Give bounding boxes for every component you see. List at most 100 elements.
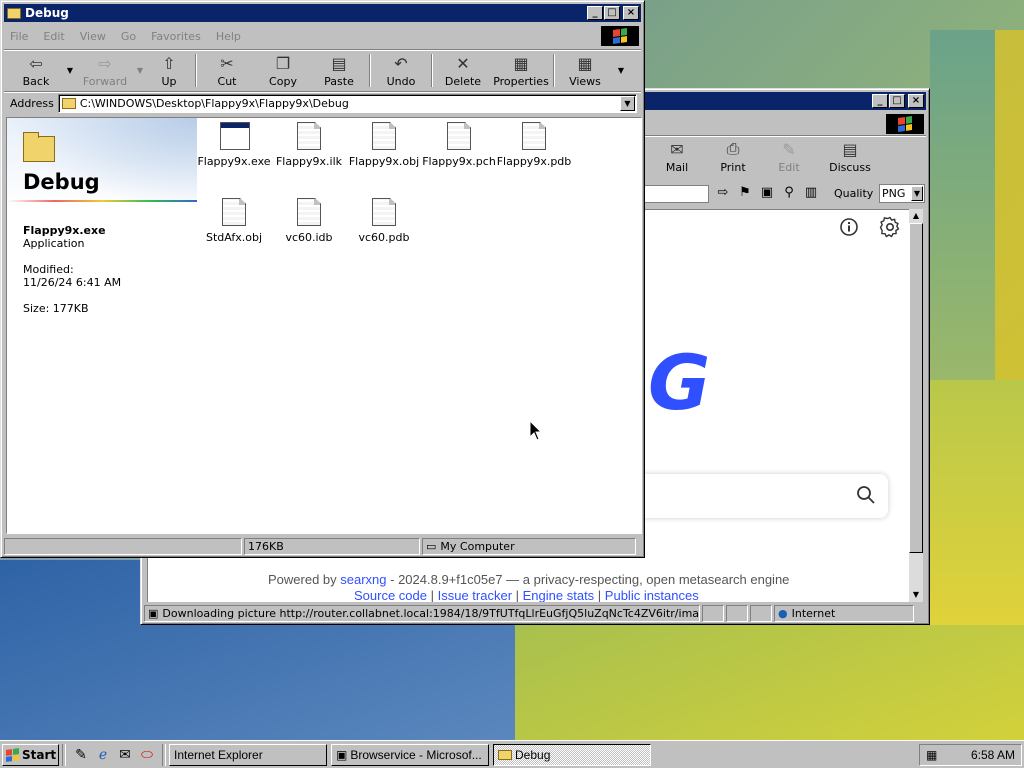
edit-button[interactable]: ✎ Edit xyxy=(761,136,817,177)
maximize-button[interactable]: □ xyxy=(889,94,905,108)
toolbar-separator xyxy=(195,54,197,87)
computer-icon: ▭ xyxy=(426,539,437,553)
menu-help[interactable]: Help xyxy=(216,30,241,43)
views-dropdown[interactable]: ▼ xyxy=(613,50,629,91)
clock[interactable]: 6:58 AM xyxy=(971,748,1015,762)
file-item[interactable]: vc60.idb xyxy=(271,198,347,244)
close-button[interactable]: × xyxy=(908,94,924,108)
quality-select[interactable]: PNG ▼ xyxy=(879,184,925,203)
delete-button[interactable]: ✕ Delete xyxy=(435,50,491,91)
toolbar-separator xyxy=(431,54,433,87)
minimize-button[interactable]: _ xyxy=(872,94,888,108)
undo-icon: ↶ xyxy=(394,53,408,73)
bookmarks-list-icon[interactable]: ▣ xyxy=(758,185,776,200)
menu-go[interactable]: Go xyxy=(121,30,136,43)
taskbar: Start ✎ ℯ ✉ ⬭ Internet Explorer ▣ Browse… xyxy=(0,740,1024,768)
file-size: Size: 177KB xyxy=(23,302,89,315)
file-icon xyxy=(447,122,471,150)
menu-file[interactable]: File xyxy=(10,30,28,43)
task-browservice[interactable]: ▣ Browservice - Microsof... xyxy=(331,743,489,766)
views-button[interactable]: ▦ Views xyxy=(557,50,613,91)
scissors-icon: ✂ xyxy=(220,53,234,73)
selected-file-type: Application xyxy=(23,237,85,250)
status-size: 176KB xyxy=(244,537,420,555)
search-icon[interactable] xyxy=(856,485,876,505)
task-debug[interactable]: Debug xyxy=(493,743,651,766)
file-item[interactable]: Flappy9x.pch xyxy=(421,122,497,168)
explorer-window[interactable]: Debug _ □ × File Edit View Go Favorites … xyxy=(0,0,645,558)
properties-button[interactable]: ▦ Properties xyxy=(491,50,551,91)
scrollbar-thumb[interactable] xyxy=(909,223,923,553)
toolbar-separator xyxy=(553,54,555,87)
maximize-button[interactable]: □ xyxy=(604,6,620,20)
file-item[interactable]: vc60.pdb xyxy=(346,198,422,244)
status-text: ▣ Downloading picture http://router.coll… xyxy=(144,604,700,622)
back-dropdown[interactable]: ▼ xyxy=(65,50,75,91)
forward-arrow-icon: ⇨ xyxy=(98,53,112,73)
page-icon: ▣ xyxy=(148,606,159,620)
opera-icon[interactable]: ⬭ xyxy=(138,746,156,764)
folder-view[interactable]: Debug Flappy9x.exe Application Modified:… xyxy=(6,117,642,534)
folder-icon xyxy=(498,749,512,760)
explorer-titlebar[interactable]: Debug _ □ × xyxy=(4,4,641,22)
menu-view[interactable]: View xyxy=(80,30,106,43)
minimize-button[interactable]: _ xyxy=(587,6,603,20)
up-button[interactable]: ⇧ Up xyxy=(145,50,193,91)
taskbar-divider xyxy=(62,743,66,766)
folder-icon xyxy=(7,7,21,19)
scheduler-icon[interactable]: ▦ xyxy=(926,748,937,762)
copy-icon: ❐ xyxy=(275,53,291,73)
discuss-icon: ▤ xyxy=(842,139,858,159)
show-desktop-icon[interactable]: ✎ xyxy=(72,746,90,764)
scroll-down-arrow[interactable]: ▼ xyxy=(909,588,923,602)
info-icon[interactable] xyxy=(838,216,860,238)
paste-button[interactable]: ▤ Paste xyxy=(311,50,367,91)
file-item[interactable]: Flappy9x.ilk xyxy=(271,122,347,168)
file-icon xyxy=(372,122,396,150)
file-item[interactable]: Flappy9x.exe xyxy=(196,122,272,168)
gear-icon[interactable] xyxy=(878,215,902,239)
explorer-menubar: File Edit View Go Favorites Help xyxy=(4,25,641,47)
mail-button[interactable]: ✉ Mail xyxy=(649,136,705,177)
public-instances-link[interactable]: Public instances xyxy=(605,588,699,602)
internet-explorer-icon[interactable]: ℯ xyxy=(94,746,112,764)
clipboard-icon[interactable]: ▥ xyxy=(802,185,820,200)
copy-button[interactable]: ❐ Copy xyxy=(255,50,311,91)
back-button[interactable]: ⇦ Back xyxy=(7,50,65,91)
searxng-link[interactable]: searxng xyxy=(340,572,386,587)
find-icon[interactable]: ⚲ xyxy=(780,185,798,200)
chevron-down-icon[interactable]: ▼ xyxy=(620,96,635,111)
vertical-scrollbar[interactable]: ▲ ▼ xyxy=(909,209,923,602)
task-internet-explorer[interactable]: Internet Explorer xyxy=(169,743,327,766)
wallpaper-tile xyxy=(930,380,1024,625)
source-code-link[interactable]: Source code xyxy=(354,588,427,602)
engine-stats-link[interactable]: Engine stats xyxy=(523,588,595,602)
file-item[interactable]: Flappy9x.obj xyxy=(346,122,422,168)
address-input[interactable]: C:\WINDOWS\Desktop\Flappy9x\Flappy9x\Deb… xyxy=(57,94,637,113)
issue-tracker-link[interactable]: Issue tracker xyxy=(438,588,512,602)
forward-dropdown[interactable]: ▼ xyxy=(135,50,145,91)
menu-edit[interactable]: Edit xyxy=(43,30,64,43)
start-button[interactable]: Start xyxy=(2,743,59,766)
wallpaper-tile xyxy=(515,625,1024,740)
scroll-up-arrow[interactable]: ▲ xyxy=(909,209,923,223)
explorer-toolbar: ⇦ Back ▼ ⇨ Forward ▼ ⇧ Up ✂ Cut ❐ Copy ▤… xyxy=(4,49,641,91)
up-folder-icon: ⇧ xyxy=(162,53,176,73)
bookmark-icon[interactable]: ⚑ xyxy=(736,185,754,200)
windows-logo-icon xyxy=(6,747,19,762)
chevron-down-icon[interactable]: ▼ xyxy=(911,186,923,201)
outlook-icon[interactable]: ✉ xyxy=(116,746,134,764)
print-button[interactable]: ⎙ Print xyxy=(705,136,761,177)
file-item[interactable]: StdAfx.obj xyxy=(196,198,272,244)
file-icon xyxy=(297,122,321,150)
forward-button[interactable]: ⇨ Forward xyxy=(75,50,135,91)
close-button[interactable]: × xyxy=(623,6,639,20)
desktop: _ □ × ✉ Mail ⎙ Print ✎ Edit ▤ Discuss ⇨ … xyxy=(0,0,1024,740)
cut-button[interactable]: ✂ Cut xyxy=(199,50,255,91)
modified-label: Modified: xyxy=(23,263,74,276)
go-arrow-icon[interactable]: ⇨ xyxy=(714,185,732,200)
file-item[interactable]: Flappy9x.pdb xyxy=(496,122,572,168)
menu-favorites[interactable]: Favorites xyxy=(151,30,201,43)
undo-button[interactable]: ↶ Undo xyxy=(373,50,429,91)
discuss-button[interactable]: ▤ Discuss xyxy=(817,136,883,177)
